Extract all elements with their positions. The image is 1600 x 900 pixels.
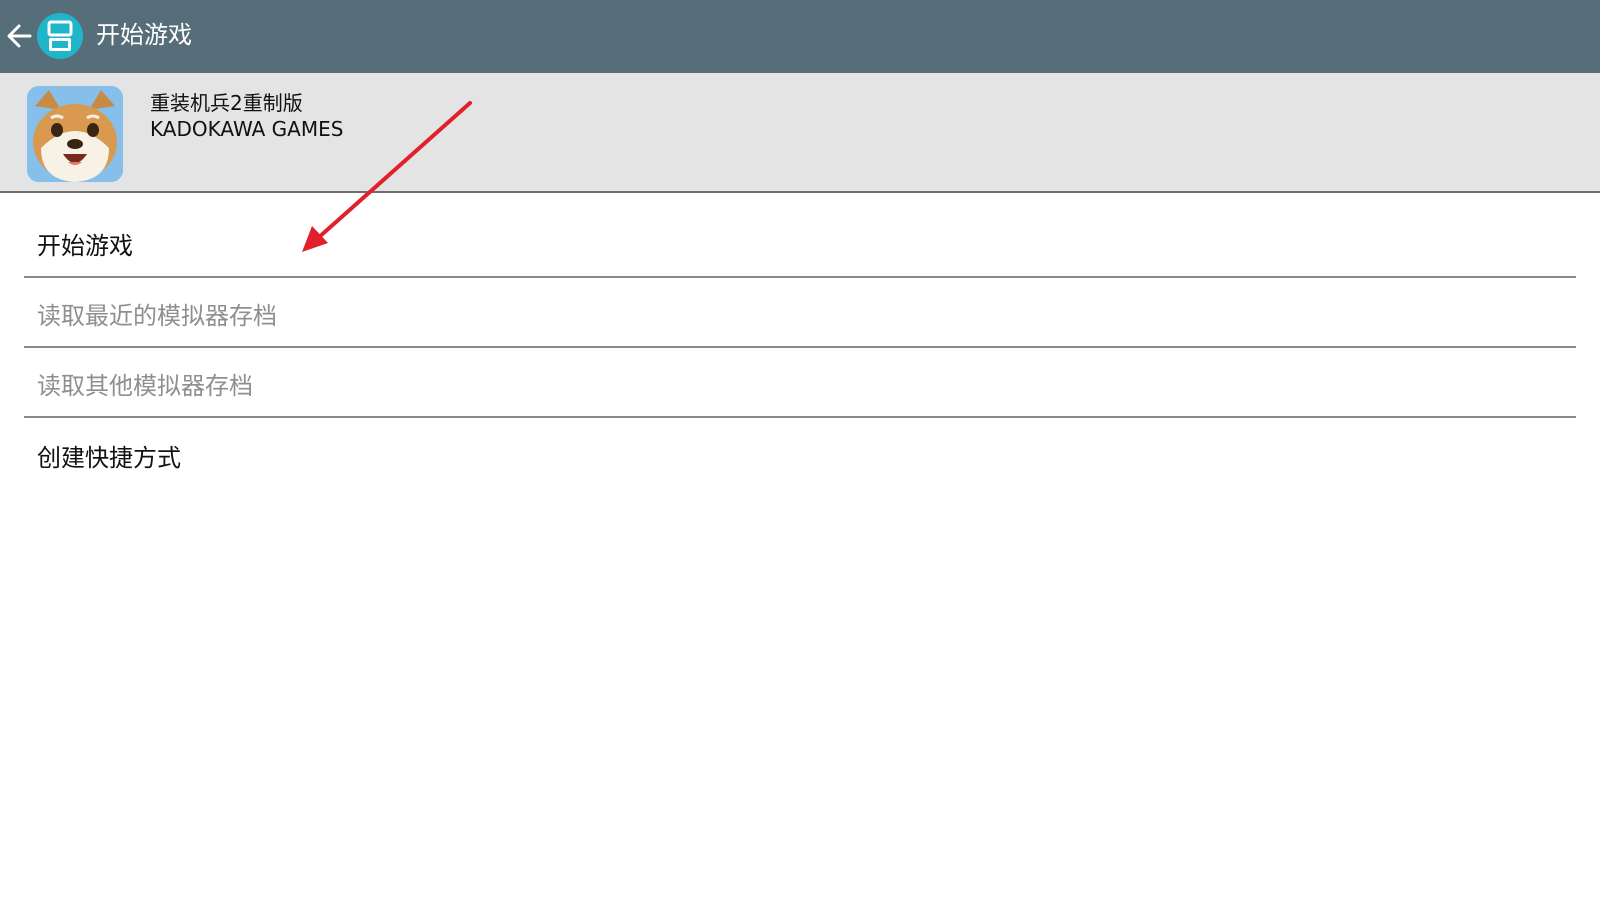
- app-bar: 开始游戏: [0, 0, 1600, 73]
- game-title: 重装机兵2重制版: [150, 91, 303, 115]
- menu-item-label: 创建快捷方式: [37, 444, 181, 472]
- shiba-dog-icon: [27, 86, 123, 182]
- action-menu: 开始游戏 读取最近的模拟器存档 读取其他模拟器存档 创建快捷方式: [24, 195, 1576, 488]
- menu-item-label: 读取最近的模拟器存档: [37, 302, 277, 330]
- back-button[interactable]: [0, 14, 36, 58]
- arrow-left-icon: [7, 24, 32, 48]
- page-title: 开始游戏: [96, 21, 192, 49]
- game-publisher: KADOKAWA GAMES: [150, 117, 344, 141]
- load-other-save-item[interactable]: 读取其他模拟器存档: [24, 348, 1576, 418]
- start-game-item[interactable]: 开始游戏: [24, 195, 1576, 278]
- game-info-header: 重装机兵2重制版 KADOKAWA GAMES: [0, 73, 1600, 193]
- menu-item-label: 读取其他模拟器存档: [37, 372, 253, 400]
- create-shortcut-item[interactable]: 创建快捷方式: [24, 418, 1576, 488]
- load-recent-save-item[interactable]: 读取最近的模拟器存档: [24, 278, 1576, 348]
- dual-screen-console-icon: [37, 13, 83, 59]
- menu-item-label: 开始游戏: [37, 232, 133, 260]
